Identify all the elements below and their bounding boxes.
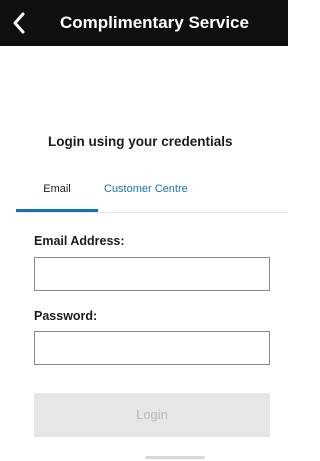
login-tabs: Email Customer Centre: [16, 172, 288, 213]
tab-email[interactable]: Email: [16, 172, 98, 212]
tab-email-label: Email: [43, 183, 71, 195]
tab-customer-centre-label: Customer Centre: [104, 183, 188, 195]
login-subtitle: Login using your credentials: [48, 134, 233, 149]
back-button[interactable]: [4, 8, 34, 38]
top-bar: Complimentary Service: [0, 0, 288, 46]
page-title: Complimentary Service: [60, 13, 249, 32]
login-button[interactable]: Login: [34, 393, 270, 437]
email-label: Email Address:: [34, 234, 125, 248]
active-tab-indicator: [16, 209, 98, 212]
bottom-cut-off-bar: [145, 456, 205, 459]
chevron-left-icon: [13, 12, 25, 34]
tab-customer-centre[interactable]: Customer Centre: [104, 172, 188, 210]
password-label: Password:: [34, 309, 98, 323]
email-field[interactable]: [34, 257, 270, 291]
password-field[interactable]: [34, 331, 270, 365]
bottom-cut-off-content: [145, 452, 205, 461]
